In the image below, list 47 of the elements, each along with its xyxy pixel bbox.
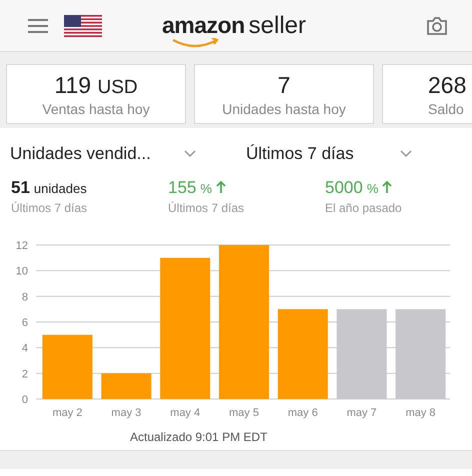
card-label: Unidades hasta hoy [222, 100, 346, 116]
stat-unit: % [366, 181, 378, 196]
logo-brand: amazon [162, 12, 245, 38]
camera-icon[interactable] [426, 16, 448, 34]
chevron-down-icon [400, 150, 412, 158]
updated-time: Actualizado 9:01 PM EDT [129, 430, 268, 444]
y-tick-label: 0 [22, 394, 28, 406]
card-value: 268 [428, 72, 466, 98]
logo-product: seller [248, 12, 306, 40]
filter-dropdown[interactable]: Unidades vendid... [10, 144, 196, 164]
stat-label: Últimos 7 días [11, 201, 88, 215]
x-tick-label: may 6 [288, 407, 318, 419]
summary-card[interactable]: 119 USD Ventas hasta hoy [6, 64, 186, 124]
y-tick-label: 12 [16, 240, 28, 252]
x-tick-label: may 8 [406, 407, 436, 419]
y-tick-label: 8 [22, 291, 28, 304]
stat-unit: unidades [34, 181, 87, 196]
x-tick-label: may 4 [170, 407, 200, 419]
stat-label: El año pasado [325, 201, 403, 215]
summary-card[interactable]: 268 Saldo [382, 64, 472, 124]
stat-unit: % [200, 181, 212, 196]
arrow-up-icon [382, 181, 392, 193]
summary-card[interactable]: 7 Unidades hasta hoy [194, 64, 374, 124]
x-tick-label: may 5 [229, 407, 259, 419]
flag-icon[interactable] [64, 14, 102, 36]
x-tick-label: may 2 [52, 407, 82, 419]
smile-arrow-icon [172, 38, 220, 48]
y-tick-label: 10 [16, 266, 28, 278]
y-tick-label: 4 [22, 342, 28, 355]
x-tick-label: may 7 [346, 407, 377, 419]
y-tick-label: 2 [22, 368, 28, 380]
card-label: Saldo [428, 100, 464, 116]
menu-icon[interactable] [28, 18, 48, 34]
card-label: Ventas hasta hoy [42, 100, 150, 116]
arrow-up-icon [216, 181, 226, 193]
bar [42, 334, 92, 399]
bar [101, 373, 152, 399]
stat-label: Últimos 7 días [168, 201, 246, 215]
stat-value: 5000 [325, 178, 363, 198]
card-value: 7 [278, 72, 290, 98]
filter-dropdown[interactable]: Últimos 7 días [246, 144, 412, 164]
stat-value: 155 [168, 178, 196, 198]
x-tick-label: may 3 [111, 407, 142, 419]
chevron-down-icon [184, 150, 196, 158]
stat-value: 51 [11, 178, 30, 198]
y-tick-label: 6 [22, 317, 28, 329]
card-value: 119 USD [54, 72, 138, 98]
